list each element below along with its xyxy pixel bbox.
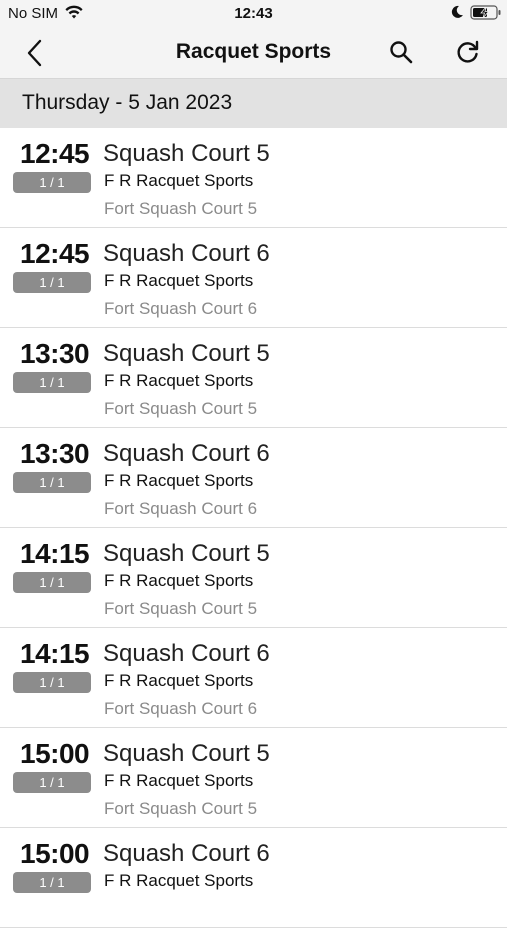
slot-time: 15:00 xyxy=(20,838,90,869)
slot-list: 12:45 1 / 1 Squash Court 5 F R Racquet Spor… xyxy=(0,128,507,928)
provider-name: F R Racquet Sports xyxy=(104,171,254,190)
search-icon[interactable] xyxy=(388,39,414,65)
court-name: Squash Court 5 xyxy=(103,540,270,567)
court-name: Squash Court 6 xyxy=(103,640,270,667)
location-name: Fort Squash Court 5 xyxy=(104,399,258,418)
availability-badge: 1 / 1 xyxy=(13,572,91,593)
availability-badge: 1 / 1 xyxy=(13,872,91,893)
slot-time: 12:45 xyxy=(20,238,90,269)
slot-row[interactable]: 15:00 1 / 1 Squash Court 5 F R Racquet Spor… xyxy=(0,728,507,828)
status-bar: No SIM 12:43 xyxy=(0,0,507,28)
nav-bar: Racquet Sports xyxy=(0,28,507,79)
slot-row[interactable]: 13:30 1 / 1 Squash Court 6 F R Racquet Spor… xyxy=(0,428,507,528)
court-name: Squash Court 5 xyxy=(103,740,270,767)
slot-time: 14:15 xyxy=(20,638,90,669)
slot-row[interactable]: 12:45 1 / 1 Squash Court 5 F R Racquet Spor… xyxy=(0,128,507,228)
availability-badge: 1 / 1 xyxy=(13,172,91,193)
provider-name: F R Racquet Sports xyxy=(104,771,254,790)
slot-time: 15:00 xyxy=(20,738,90,769)
availability-badge: 1 / 1 xyxy=(13,472,91,493)
moon-icon xyxy=(451,5,463,18)
location-name: Fort Squash Court 5 xyxy=(104,199,258,218)
location-name: Fort Squash Court 5 xyxy=(104,599,258,618)
provider-name: F R Racquet Sports xyxy=(104,471,254,490)
availability-badge: 1 / 1 xyxy=(13,672,91,693)
availability-badge: 1 / 1 xyxy=(13,272,91,293)
slot-row[interactable]: 14:15 1 / 1 Squash Court 5 F R Racquet Spor… xyxy=(0,528,507,628)
location-name: Fort Squash Court 6 xyxy=(104,499,258,518)
slot-time: 14:15 xyxy=(20,538,90,569)
provider-name: F R Racquet Sports xyxy=(104,671,254,690)
court-name: Squash Court 6 xyxy=(103,840,270,867)
battery-charging-icon xyxy=(470,5,501,20)
date-section-header: Thursday - 5 Jan 2023 xyxy=(0,79,507,128)
date-label: Thursday - 5 Jan 2023 xyxy=(22,91,233,114)
provider-name: F R Racquet Sports xyxy=(104,871,254,890)
slot-row[interactable]: 13:30 1 / 1 Squash Court 5 F R Racquet Spor… xyxy=(0,328,507,428)
court-name: Squash Court 5 xyxy=(103,340,270,367)
slot-time: 13:30 xyxy=(20,338,90,369)
provider-name: F R Racquet Sports xyxy=(104,571,254,590)
availability-badge: 1 / 1 xyxy=(13,772,91,793)
slot-row[interactable]: 14:15 1 / 1 Squash Court 6 F R Racquet Spor… xyxy=(0,628,507,728)
refresh-icon[interactable] xyxy=(455,39,481,65)
location-name: Fort Squash Court 5 xyxy=(104,799,258,818)
provider-name: F R Racquet Sports xyxy=(104,371,254,390)
slot-row[interactable]: 15:00 1 / 1 Squash Court 6 F R Racquet Spor… xyxy=(0,828,507,928)
page-title: Racquet Sports xyxy=(175,40,332,63)
court-name: Squash Court 6 xyxy=(103,440,270,467)
provider-name: F R Racquet Sports xyxy=(104,271,254,290)
availability-badge: 1 / 1 xyxy=(13,372,91,393)
slot-time: 12:45 xyxy=(20,138,90,169)
slot-row[interactable]: 12:45 1 / 1 Squash Court 6 F R Racquet Spor… xyxy=(0,228,507,328)
court-name: Squash Court 5 xyxy=(103,140,270,167)
status-time: 12:43 xyxy=(234,5,273,22)
slot-time: 13:30 xyxy=(20,438,90,469)
court-name: Squash Court 6 xyxy=(103,240,270,267)
location-name: Fort Squash Court 6 xyxy=(104,299,258,318)
location-name: Fort Squash Court 6 xyxy=(104,699,258,718)
